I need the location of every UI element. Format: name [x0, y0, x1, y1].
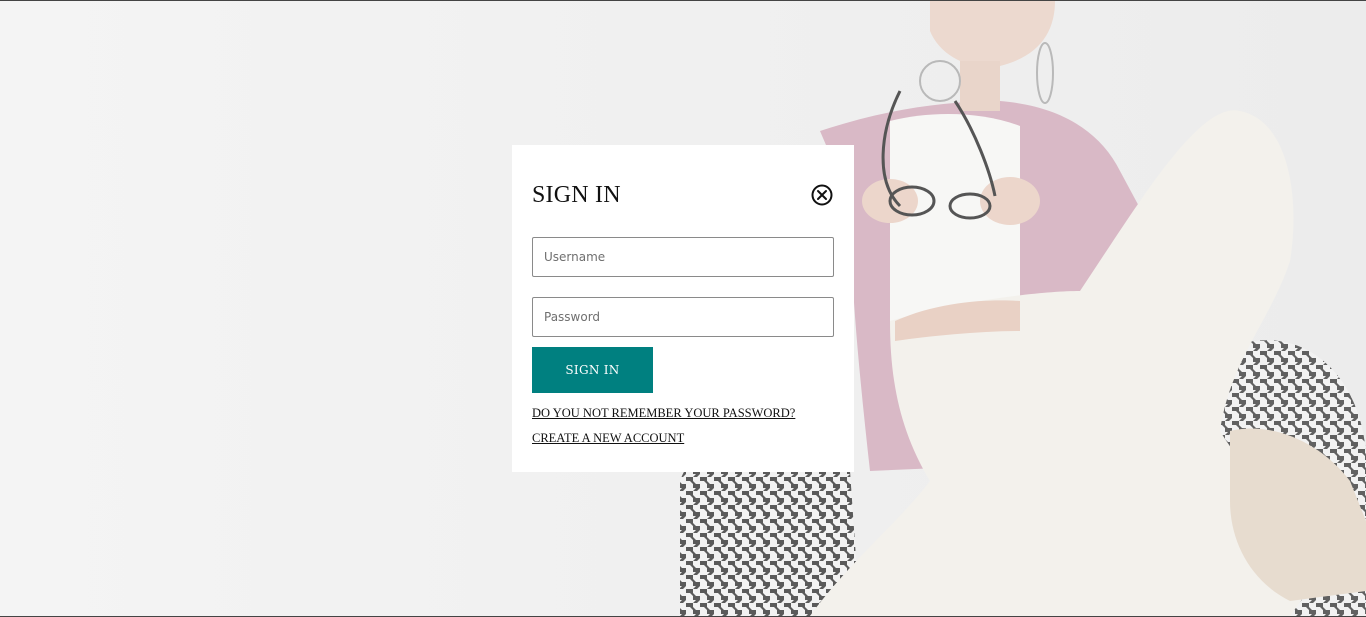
modal-title: SIGN IN	[532, 182, 621, 208]
password-input[interactable]	[532, 297, 834, 337]
close-icon[interactable]	[811, 184, 833, 206]
username-input[interactable]	[532, 237, 834, 277]
sign-in-modal: SIGN IN SIGN IN DO YOU NOT REMEMBER YOUR…	[512, 145, 854, 472]
page: SIGN IN SIGN IN DO YOU NOT REMEMBER YOUR…	[0, 0, 1366, 617]
create-account-link[interactable]: CREATE A NEW ACCOUNT	[532, 431, 684, 446]
forgot-password-link[interactable]: DO YOU NOT REMEMBER YOUR PASSWORD?	[532, 406, 795, 421]
sign-in-button[interactable]: SIGN IN	[532, 347, 653, 393]
